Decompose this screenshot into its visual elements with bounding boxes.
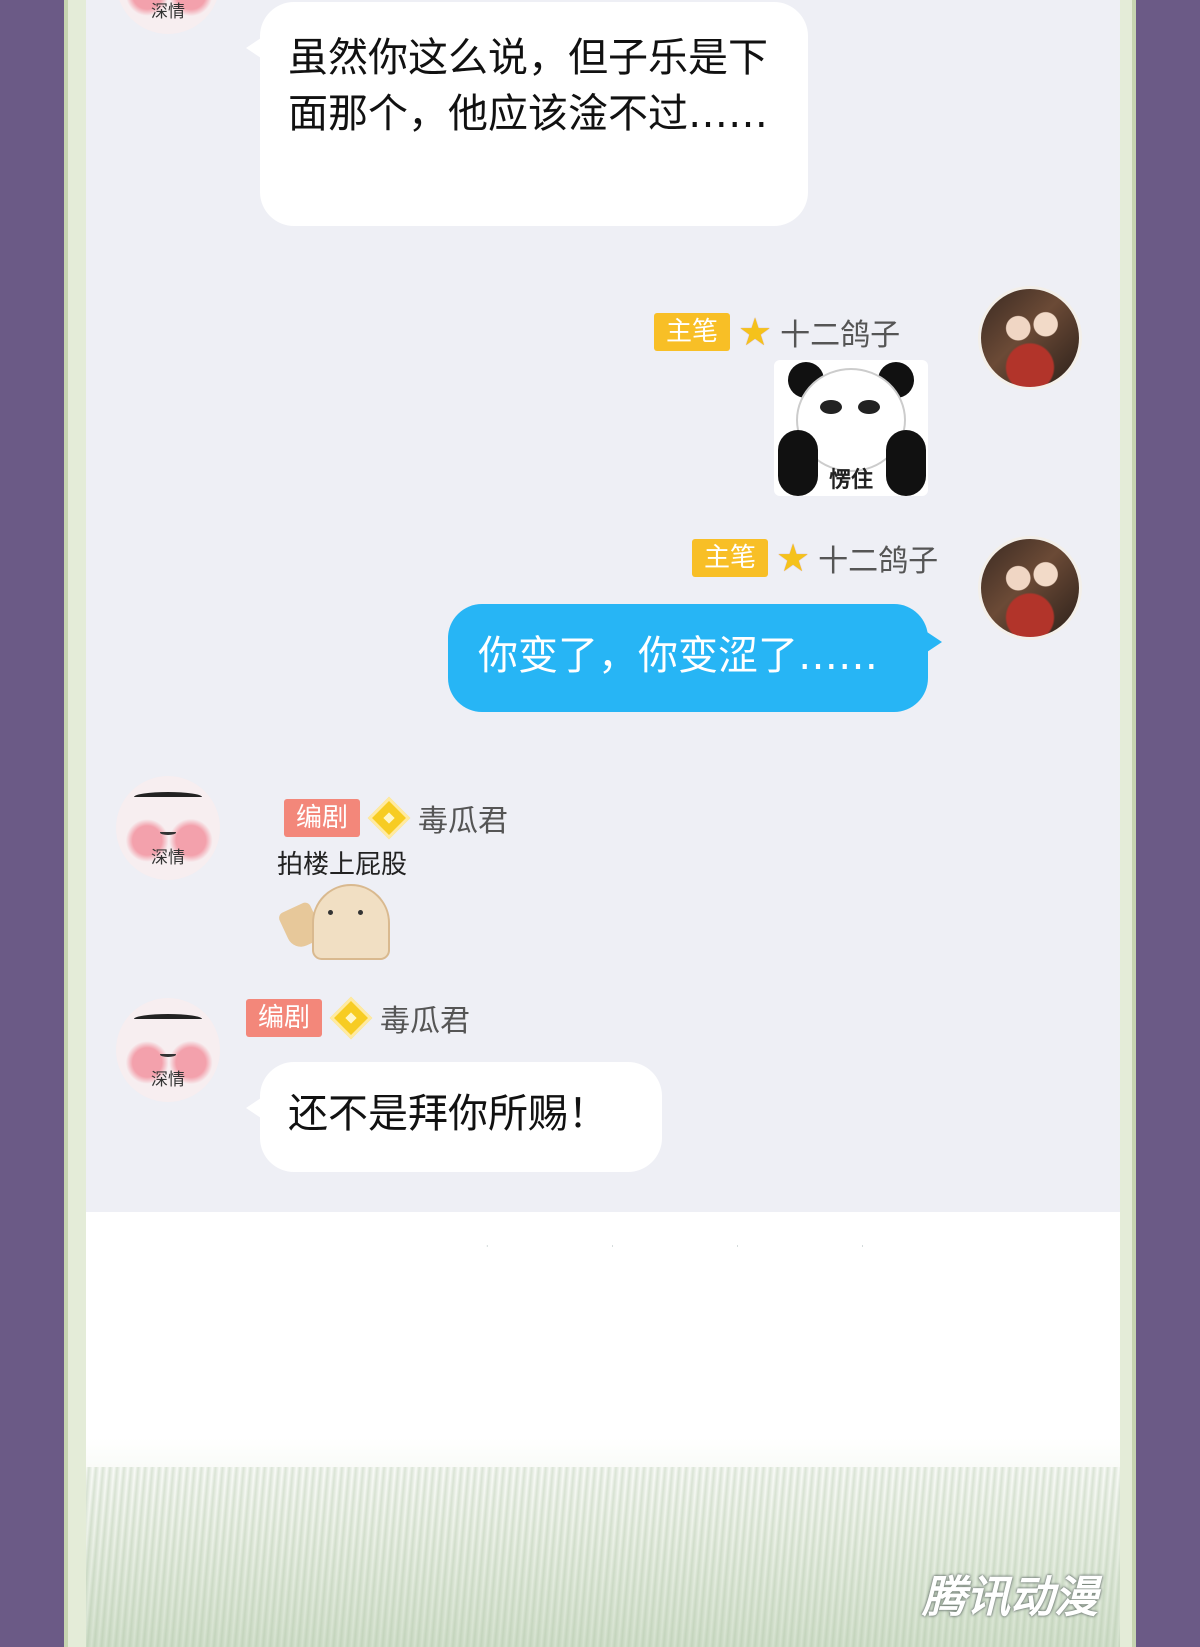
role-badge: 编剧 [246,999,323,1037]
panel-dots: · · · · [486,1242,924,1251]
message-bubble-incoming: 还不是拜你所赐！ [246,1062,662,1172]
cat-eye [328,910,333,915]
cat-body [312,884,390,960]
message-header: 编剧 毒瓜君 [284,796,508,840]
message-bubble-incoming: 虽然你这么说，但子乐是下面那个，他应该淦不过…… [246,2,808,226]
sticker-caption: 拍楼上屁股 [276,850,407,880]
username[interactable]: 毒瓜君 [380,996,470,1040]
panda-sticker[interactable]: 愣住 [774,360,928,496]
username[interactable]: 十二鸽子 [780,310,900,354]
cat-eye [358,910,363,915]
avatar-label: 深情 [151,2,185,22]
chat-area: 深情 虽然你这么说，但子乐是下面那个，他应该淦不过…… 主笔 ★ 十二鸽子 愣住… [86,0,1120,1212]
message-bubble-outgoing: 你变了，你变涩了…… [448,604,942,712]
message-header: 主笔 ★ 十二鸽子 [692,536,938,580]
diamond-icon [367,796,411,840]
watermark-logo: 腾讯动漫 [922,1572,1098,1623]
avatar-label: 深情 [151,848,185,868]
avatar-shenqing[interactable]: 深情 [116,0,220,34]
message-text: 还不是拜你所赐！ [288,1091,608,1137]
message-header: 主笔 ★ 十二鸽子 [654,310,900,354]
avatar-shierge[interactable] [978,536,1082,640]
avatar-brow [134,1014,202,1024]
message-header: 编剧 毒瓜君 [246,996,470,1040]
avatar-mouth [160,830,176,835]
avatar-mouth [160,1052,176,1057]
cat-sticker[interactable]: 拍楼上屁股 [264,844,420,960]
avatar-label: 深情 [151,1070,185,1090]
message-text: 你变了，你变涩了…… [478,633,878,679]
star-icon: ★ [776,536,811,580]
avatar-shenqing[interactable]: 深情 [116,998,220,1102]
role-badge: 主笔 [692,539,769,577]
role-badge: 编剧 [284,799,361,837]
username[interactable]: 十二鸽子 [818,536,938,580]
panel-background: · · · · 腾讯动漫 [86,1212,1120,1647]
star-icon: ★ [738,310,773,354]
role-badge: 主笔 [654,313,731,351]
panda-eye [858,400,880,414]
username[interactable]: 毒瓜君 [418,796,508,840]
avatar-shenqing[interactable]: 深情 [116,776,220,880]
message-text: 虽然你这么说，但子乐是下面那个，他应该淦不过…… [288,35,768,137]
sticker-caption: 愣住 [828,468,873,493]
avatar-shierge[interactable] [978,286,1082,390]
diamond-icon [329,996,373,1040]
avatar-brow [134,792,202,802]
panda-eye [820,400,842,414]
